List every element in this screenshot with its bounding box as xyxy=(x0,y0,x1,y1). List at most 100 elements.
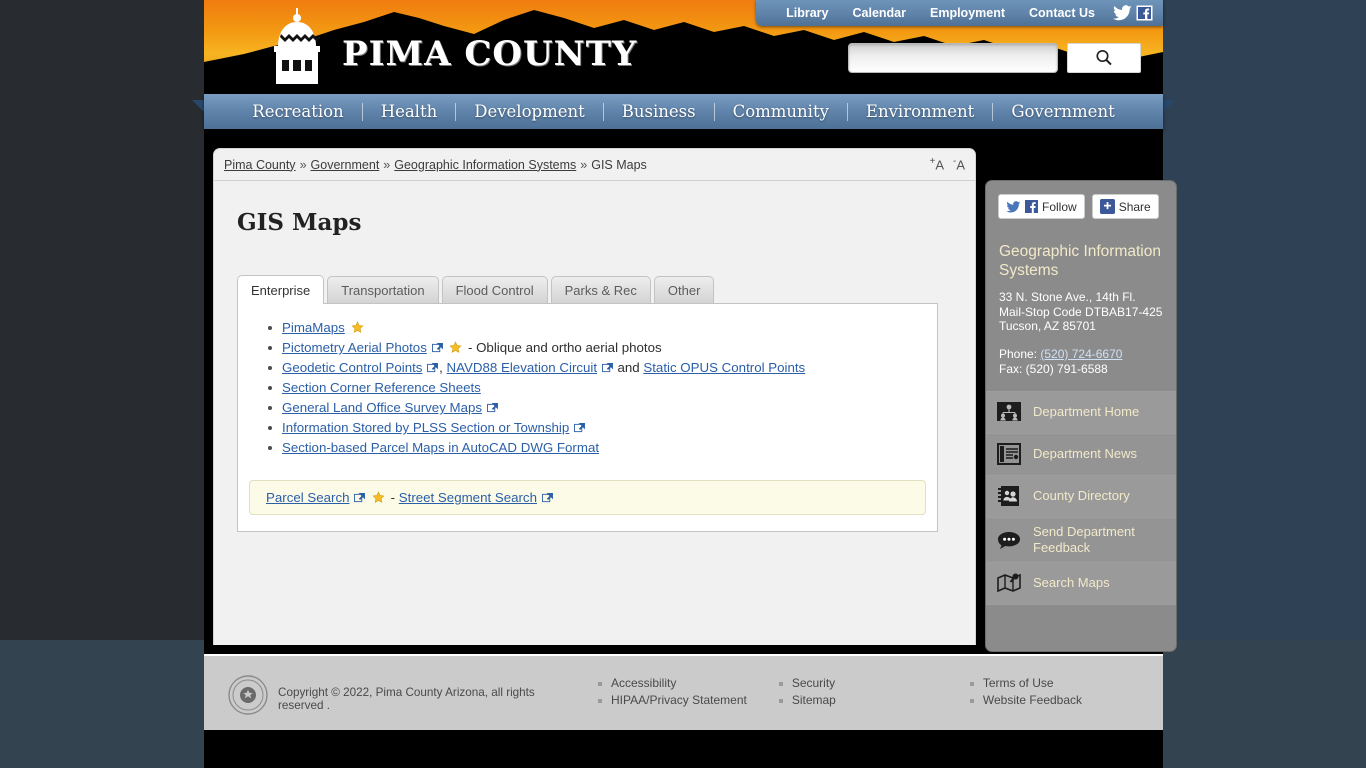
tab-enterprise[interactable]: Enterprise xyxy=(237,275,325,304)
footer-link-accessibility[interactable]: Accessibility xyxy=(611,676,676,690)
nav-item-government[interactable]: Government xyxy=(993,102,1132,121)
department-home-icon xyxy=(997,402,1021,421)
external-link-icon xyxy=(486,403,498,413)
search-icon xyxy=(1096,49,1112,66)
footer-link-hipaa-privacy[interactable]: HIPAA/Privacy Statement xyxy=(611,693,747,707)
link-suffix-text: - Oblique and ortho aerial photos xyxy=(467,340,662,355)
phone-row: Phone: (520) 724-6670 xyxy=(999,347,1163,362)
sidebar-item-label: Send Department Feedback xyxy=(1033,523,1135,555)
header-search xyxy=(848,43,1141,73)
social-buttons: Follow Share xyxy=(986,181,1176,219)
link-parcel-search[interactable]: Parcel Search xyxy=(266,490,350,505)
address-line-2: Mail-Stop Code DTBAB17-425 xyxy=(999,304,1163,319)
comma-text: , xyxy=(439,360,443,375)
facebook-icon xyxy=(1025,200,1038,213)
sidebar-item-label: Search Maps xyxy=(1033,575,1110,590)
footer-link-terms-of-use[interactable]: Terms of Use xyxy=(983,676,1054,690)
link-general-land-office-survey-maps[interactable]: General Land Office Survey Maps xyxy=(282,400,482,415)
sidebar-item-label: Department Home xyxy=(1033,404,1140,419)
site-logo[interactable]: PIMA COUNTY xyxy=(260,8,637,84)
nav-item-health[interactable]: Health xyxy=(363,102,456,121)
department-news-icon xyxy=(997,443,1021,465)
site-title: PIMA COUNTY xyxy=(342,34,638,74)
page-title: GIS Maps xyxy=(237,209,362,236)
nav-item-environment[interactable]: Environment xyxy=(848,102,992,121)
department-contact: Phone: (520) 724-6670 Fax: (520) 791-658… xyxy=(999,347,1163,377)
follow-label: Follow xyxy=(1042,199,1077,214)
decrease-font-size-button[interactable]: -A xyxy=(953,156,965,172)
utility-nav: Library Calendar Employment Contact Us xyxy=(756,0,1163,26)
utility-link-calendar[interactable]: Calendar xyxy=(853,6,907,20)
tab-flood-control[interactable]: Flood Control xyxy=(441,276,548,303)
increase-font-letter: A xyxy=(935,157,944,173)
link-street-segment-search[interactable]: Street Segment Search xyxy=(399,490,537,505)
breadcrumb-separator: » xyxy=(383,157,391,172)
utility-link-contact-us[interactable]: Contact Us xyxy=(1029,6,1095,20)
tab-panel-enterprise: PimaMaps Pictometry Aerial Photos - Obli… xyxy=(237,303,938,532)
font-size-controls: +A -A xyxy=(929,156,965,172)
search-button[interactable] xyxy=(1067,43,1141,73)
search-maps-icon xyxy=(997,573,1021,593)
nav-item-community[interactable]: Community xyxy=(715,102,847,121)
footer-copyright: Copyright © 2022, Pima County Arizona, a… xyxy=(278,686,535,712)
twitter-icon[interactable] xyxy=(1113,5,1132,21)
main-nav-wrapper: Recreation Health Development Business C… xyxy=(192,94,1175,129)
link-information-stored-by-plss[interactable]: Information Stored by PLSS Section or To… xyxy=(282,420,569,435)
external-link-icon xyxy=(354,493,366,503)
main-content-card: Pima County » Government » Geographic In… xyxy=(213,148,976,645)
sidebar-item-search-maps[interactable]: Search Maps xyxy=(986,561,1176,604)
separator-text: - xyxy=(390,490,396,505)
footer-link-sitemap[interactable]: Sitemap xyxy=(792,693,836,707)
link-pictometry-aerial-photos[interactable]: Pictometry Aerial Photos xyxy=(282,340,427,355)
sidebar-item-department-news[interactable]: Department News xyxy=(986,432,1176,475)
link-geodetic-control-points[interactable]: Geodetic Control Points xyxy=(282,360,422,375)
nav-item-business[interactable]: Business xyxy=(604,102,714,121)
search-input[interactable] xyxy=(848,43,1058,73)
utility-link-library[interactable]: Library xyxy=(786,6,828,20)
link-navd88-elevation-circuit[interactable]: NAVD88 Elevation Circuit xyxy=(447,360,598,375)
footer-link-security[interactable]: Security xyxy=(792,676,835,690)
link-section-based-parcel-maps[interactable]: Section-based Parcel Maps in AutoCAD DWG… xyxy=(282,440,599,455)
nav-item-development[interactable]: Development xyxy=(456,102,603,121)
breadcrumb-item-current: GIS Maps xyxy=(591,157,647,172)
link-section-corner-reference-sheets[interactable]: Section Corner Reference Sheets xyxy=(282,380,481,395)
link-pimamaps[interactable]: PimaMaps xyxy=(282,320,345,335)
share-button[interactable]: Share xyxy=(1091,194,1159,219)
sidebar-item-department-home[interactable]: Department Home xyxy=(986,390,1176,433)
increase-font-size-button[interactable]: +A xyxy=(929,156,944,172)
pima-county-seal-icon xyxy=(228,675,268,715)
department-name: Geographic Information Systems xyxy=(999,243,1161,279)
list-item: PimaMaps xyxy=(268,318,937,338)
phone-label: Phone: xyxy=(999,346,1038,361)
facebook-icon[interactable] xyxy=(1136,5,1153,21)
footer-column-3: Terms of Use Website Feedback xyxy=(968,675,1082,709)
external-link-icon xyxy=(431,343,443,353)
sidebar-item-send-department-feedback[interactable]: Send Department Feedback xyxy=(986,516,1176,562)
breadcrumb: Pima County » Government » Geographic In… xyxy=(214,149,975,181)
nav-item-recreation[interactable]: Recreation xyxy=(234,102,361,121)
footer-link-website-feedback[interactable]: Website Feedback xyxy=(983,693,1082,707)
tab-other[interactable]: Other xyxy=(653,276,715,303)
tab-transportation[interactable]: Transportation xyxy=(327,276,439,303)
phone-link[interactable]: (520) 724-6670 xyxy=(1040,347,1122,361)
star-icon xyxy=(372,491,385,503)
breadcrumb-item-gis[interactable]: Geographic Information Systems xyxy=(394,158,576,172)
tab-parks-rec[interactable]: Parks & Rec xyxy=(550,276,651,303)
nav-fold-right xyxy=(1163,100,1175,112)
breadcrumb-item-government[interactable]: Government xyxy=(311,158,380,172)
sidebar-item-label: Department News xyxy=(1033,446,1138,461)
link-static-opus-control-points[interactable]: Static OPUS Control Points xyxy=(643,360,805,375)
star-icon xyxy=(351,321,364,333)
address-line-3: Tucson, AZ 85701 xyxy=(999,319,1096,333)
breadcrumb-item-pima-county[interactable]: Pima County xyxy=(224,158,296,172)
plus-square-icon xyxy=(1099,199,1115,214)
utility-link-employment[interactable]: Employment xyxy=(930,6,1005,20)
sidebar-item-county-directory[interactable]: County Directory xyxy=(986,474,1176,517)
list-item: Section Corner Reference Sheets xyxy=(268,378,937,398)
footer-link-item: Sitemap xyxy=(777,692,836,709)
site-footer: Copyright © 2022, Pima County Arizona, a… xyxy=(204,654,1163,730)
follow-button[interactable]: Follow xyxy=(998,194,1085,219)
sidebar-filler xyxy=(986,603,1176,648)
right-sidebar: Follow Share Geographic Information Syst… xyxy=(985,180,1177,652)
footer-column-2: Security Sitemap xyxy=(777,675,836,709)
